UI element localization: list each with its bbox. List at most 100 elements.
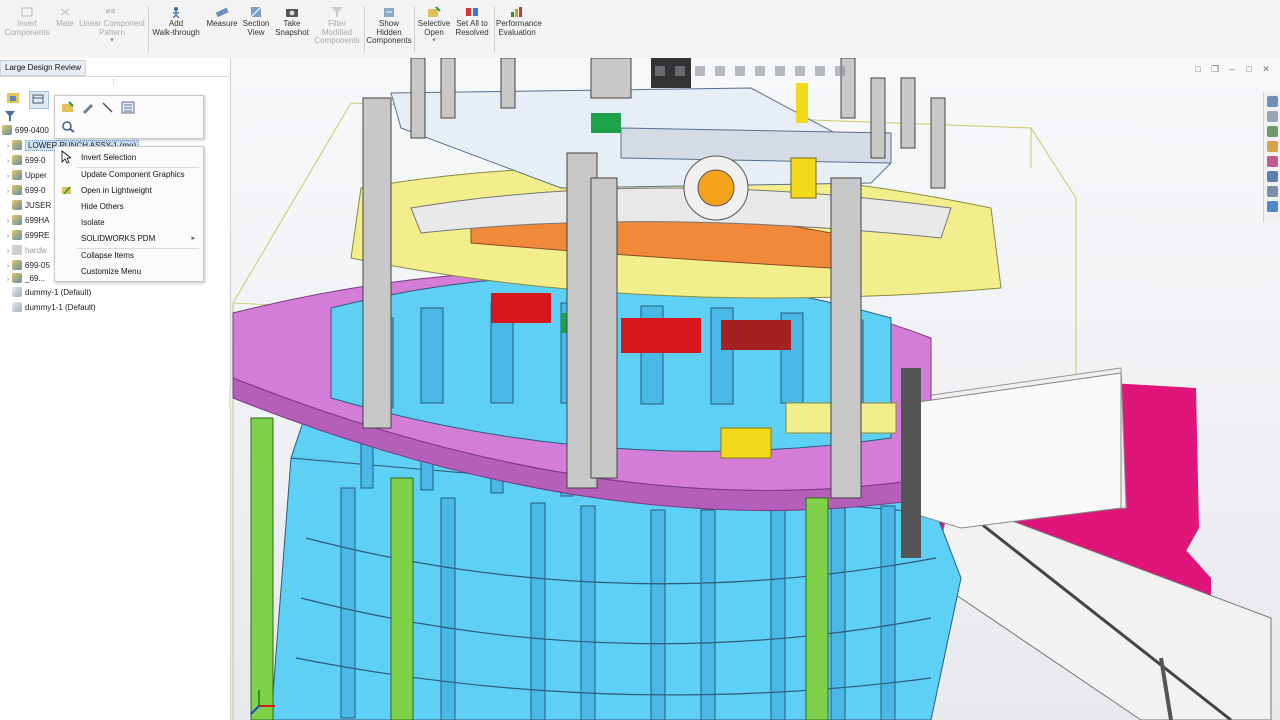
tree-item-label: dummy-1 (Default) [25,288,92,297]
tree-item-label: _69... [25,274,46,283]
camera-icon [285,6,299,18]
edit-component-icon[interactable] [81,101,95,114]
selective-open-button[interactable]: Selective Open ▾ [416,6,452,46]
expand-icon[interactable]: › [4,215,12,229]
design-library-icon[interactable] [1267,126,1278,137]
tree-item-label: dummy1-1 (Default) [25,303,96,312]
tree-item-label: Upper [25,171,47,180]
linear-pattern-button[interactable]: Linear Component Pattern ▾ [78,6,146,46]
heads-up-view-toolbar[interactable] [651,64,891,78]
view-palette-icon[interactable] [1267,186,1278,197]
mate-label: Mate [56,19,74,28]
assembly-icon [12,170,22,180]
expand-icon[interactable]: › [4,273,12,287]
panel-tab-strip [4,90,53,109]
tree-item[interactable]: › 699HA [4,214,49,228]
filter-icon[interactable] [4,110,16,122]
appearances-icon[interactable] [1267,156,1278,167]
tree-item[interactable]: dummy1-1 (Default) [4,301,96,315]
tile-view-icon[interactable]: □ [1193,64,1203,74]
assembly-model-render [232,58,1272,720]
properties-icon[interactable] [121,101,135,114]
performance-evaluation-label: Performance Evaluation [496,19,542,37]
menu-item-invert-selection[interactable]: Invert Selection [55,150,203,165]
assembly-icon [12,140,22,150]
expand-icon[interactable]: › [4,185,12,199]
feature-tree-tab-icon[interactable] [4,90,22,106]
tree-item-label: 699-0 [25,156,46,165]
tree-item-label: 699-0 [25,186,46,195]
close-view-icon[interactable]: ✕ [1261,64,1271,74]
measure-button[interactable]: Measure [204,6,240,29]
context-menu: Invert Selection Update Component Graphi… [54,146,204,282]
menu-item-collapse-items[interactable]: Collapse Items [55,248,203,263]
resources-icon[interactable] [1267,111,1278,122]
custom-properties-icon[interactable] [1267,171,1278,182]
tree-item[interactable]: › _69... [4,272,45,286]
context-toolbar [54,95,204,139]
tree-item[interactable]: › 699RE [4,229,49,243]
expand-icon[interactable]: › [4,230,12,244]
selective-open-icon [427,6,441,18]
performance-evaluation-button[interactable]: Performance Evaluation [496,6,542,37]
menu-item-open-in-lightweight[interactable]: Open in Lightweight [55,183,203,198]
restore-view-icon[interactable]: ❐ [1210,64,1220,74]
tree-item[interactable]: › Upper [4,169,47,183]
assembly-icon [12,155,22,165]
invert-components-button[interactable]: Invert Components [4,6,50,37]
menu-item-label: SOLIDWORKS PDM [81,234,156,243]
invert-components-label: Invert Components [4,19,50,37]
open-part-icon[interactable] [61,101,75,114]
expand-icon[interactable]: › [4,140,12,154]
filter-modified-button[interactable]: Filter Modified Components [312,6,362,46]
pencil-icon[interactable] [101,101,115,114]
add-walk-through-button[interactable]: Add Walk-through [150,6,202,37]
large-design-review-tab[interactable]: Large Design Review [0,60,87,76]
assembly-icon [12,260,22,270]
tree-item[interactable]: dummy-1 (Default) [4,286,91,300]
menu-item-label: Open in Lightweight [81,186,152,195]
expand-icon[interactable]: › [4,155,12,169]
menu-item-hide-others[interactable]: Hide Others [55,199,203,214]
zoom-to-selection-icon[interactable] [61,120,75,133]
performance-icon [510,6,524,18]
graphics-viewport[interactable]: □ ❐ – □ ✕ [231,58,1280,720]
tree-item[interactable]: › 699-0 [4,154,45,168]
tree-item[interactable]: JUSER [4,199,51,213]
mate-button[interactable]: Mate [52,6,78,29]
tree-item[interactable]: › 699-05 [4,259,50,273]
filter-modified-icon [330,6,344,18]
menu-item-solidworks-pdm[interactable]: SOLIDWORKS PDM ▸ [55,231,203,246]
file-explorer-icon[interactable] [1267,141,1278,152]
tree-item[interactable]: › 699-0 [4,184,45,198]
set-all-resolved-button[interactable]: Set All to Resolved [452,6,492,37]
property-manager-tab-icon[interactable] [29,91,50,109]
take-snapshot-button[interactable]: Take Snapshot [274,6,310,37]
set-all-resolved-label: Set All to Resolved [455,19,489,37]
command-ribbon: Invert Components Mate Linear Component … [0,0,1280,59]
expand-icon[interactable]: › [4,170,12,184]
section-view-button[interactable]: Section View [240,6,272,37]
expand-icon[interactable]: › [4,245,12,259]
menu-item-label: Update Component Graphics [81,170,185,179]
tree-item[interactable]: › hardw [4,244,47,258]
mouse-cursor-icon [61,150,71,164]
tree-root[interactable]: 699-0400 [2,124,49,138]
menu-item-label: Hide Others [81,202,124,211]
minimize-view-icon[interactable]: – [1227,64,1237,74]
show-hidden-button[interactable]: Show Hidden Components [366,6,412,46]
menu-item-customize-menu[interactable]: Customize Menu [55,264,203,279]
measure-icon [215,6,229,18]
maximize-view-icon[interactable]: □ [1244,64,1254,74]
menu-item-isolate[interactable]: Isolate [55,215,203,230]
menu-item-label: Isolate [81,218,105,227]
panel-splitter-icon[interactable]: ⋮ [110,78,117,86]
walk-through-icon [169,6,183,19]
home-icon[interactable] [1267,96,1278,107]
tree-item-label: 699-05 [25,261,50,270]
folder-icon [12,245,22,255]
show-hidden-icon [382,6,396,18]
part-icon [12,302,22,312]
solidworks-forum-icon[interactable] [1267,201,1278,212]
menu-item-update-component-graphics[interactable]: Update Component Graphics [55,167,203,182]
